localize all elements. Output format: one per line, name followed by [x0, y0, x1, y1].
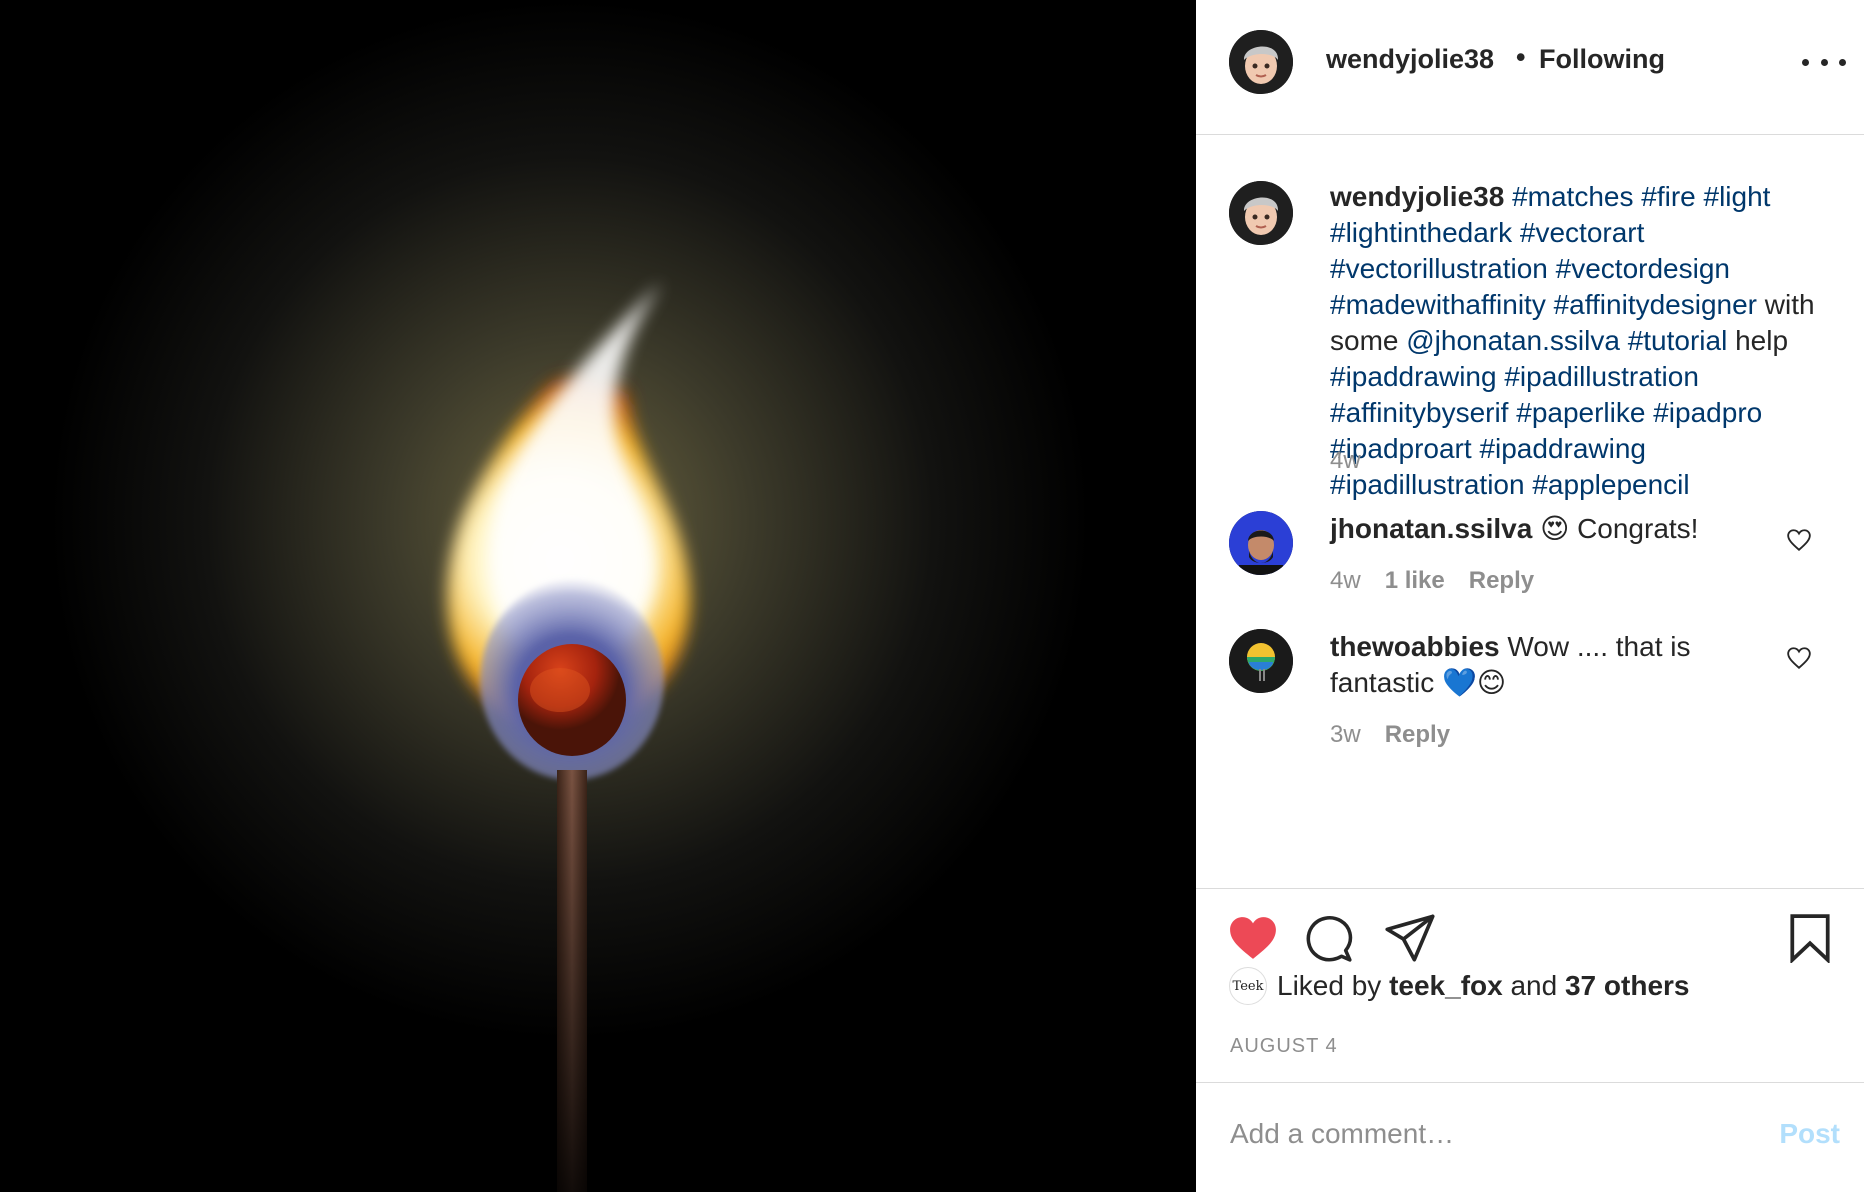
- commenter-avatar[interactable]: [1229, 511, 1293, 575]
- comment-bubble-icon[interactable]: [1304, 913, 1354, 963]
- comment-likes-count[interactable]: 1 like: [1385, 567, 1445, 595]
- match-flame-illustration: [0, 0, 1196, 1192]
- comment-meta: 3w Reply: [1330, 721, 1450, 749]
- caption-plain-text: [1512, 217, 1520, 248]
- heart-outline-icon[interactable]: [1786, 645, 1812, 671]
- mention-link[interactable]: @jhonatan.ssilva: [1406, 325, 1620, 356]
- separator-dot: •: [1516, 42, 1526, 72]
- author-username[interactable]: wendyjolie38: [1326, 44, 1494, 75]
- hashtag-link[interactable]: #affinitydesigner: [1554, 289, 1757, 320]
- rainbow-avatar-icon: [1229, 629, 1293, 693]
- hashtag-link[interactable]: #paperlike: [1516, 397, 1645, 428]
- profile-photo-icon: [1229, 511, 1293, 575]
- hashtag-link[interactable]: #affinitybyserif: [1330, 397, 1508, 428]
- comment-timestamp[interactable]: 3w: [1330, 721, 1361, 749]
- hashtag-link[interactable]: #madewithaffinity: [1330, 289, 1546, 320]
- liker-avatar[interactable]: Teek: [1229, 967, 1267, 1005]
- memoji-avatar-icon: [1229, 181, 1293, 245]
- bookmark-icon[interactable]: [1788, 913, 1832, 963]
- memoji-avatar-icon: [1229, 30, 1293, 94]
- commenter-avatar[interactable]: [1229, 629, 1293, 693]
- caption-text: #matches #fire #light #lightinthedark #v…: [1330, 181, 1815, 500]
- liked-by-prefix: Liked by: [1277, 970, 1382, 1001]
- comment-input[interactable]: Add a comment…: [1230, 1118, 1454, 1150]
- caption-plain-text: help: [1727, 325, 1789, 356]
- author-avatar[interactable]: [1229, 30, 1293, 94]
- liker-username[interactable]: teek_fox: [1389, 970, 1503, 1002]
- caption-plain-text: [1620, 325, 1628, 356]
- post-date[interactable]: AUGUST 4: [1230, 1035, 1338, 1058]
- caption-plain-text: [1696, 181, 1704, 212]
- following-button[interactable]: Following: [1539, 44, 1665, 75]
- commenter-username[interactable]: jhonatan.ssilva: [1330, 513, 1532, 544]
- hashtag-link[interactable]: #lightinthedark: [1330, 217, 1512, 248]
- reply-button[interactable]: Reply: [1469, 567, 1534, 595]
- hashtag-link[interactable]: #tutorial: [1628, 325, 1728, 356]
- hashtag-link[interactable]: #ipadillustration: [1504, 361, 1699, 392]
- post-details-panel: wendyjolie38 • Following wendyjolie38 #m…: [1196, 0, 1864, 1192]
- comment-timestamp[interactable]: 4w: [1330, 567, 1361, 595]
- hashtag-link[interactable]: #fire: [1641, 181, 1695, 212]
- paper-plane-icon[interactable]: [1384, 913, 1436, 963]
- comment-body: thewoabbies Wow .... that is fantastic 💙…: [1330, 629, 1770, 701]
- likes-others-link[interactable]: 37 others: [1565, 970, 1690, 1002]
- heart-filled-icon[interactable]: [1228, 915, 1278, 961]
- liked-by-joiner: and: [1510, 970, 1558, 1001]
- hashtag-link[interactable]: #ipadpro: [1653, 397, 1762, 428]
- caption-author-avatar[interactable]: [1229, 181, 1293, 245]
- hashtag-link[interactable]: #ipaddrawing: [1479, 433, 1646, 464]
- hashtag-link[interactable]: #vectorart: [1520, 217, 1645, 248]
- hashtag-link[interactable]: #vectorillustration: [1330, 253, 1548, 284]
- comments-list[interactable]: wendyjolie38 #matches #fire #light #ligh…: [1196, 135, 1864, 888]
- add-comment-bar: Add a comment… Post: [1196, 1082, 1864, 1192]
- reply-button[interactable]: Reply: [1385, 721, 1450, 749]
- post-caption: wendyjolie38 #matches #fire #light #ligh…: [1330, 179, 1830, 503]
- caption-username[interactable]: wendyjolie38: [1330, 181, 1504, 212]
- hashtag-link[interactable]: #ipaddrawing: [1330, 361, 1497, 392]
- post-header: wendyjolie38 • Following: [1196, 0, 1864, 135]
- hashtag-link[interactable]: #light: [1704, 181, 1771, 212]
- liked-by-line: Teek Liked by teek_fox and 37 others: [1229, 966, 1689, 1006]
- post-actions: Teek Liked by teek_fox and 37 others AUG…: [1196, 888, 1864, 1083]
- hashtag-link[interactable]: #vectordesign: [1556, 253, 1730, 284]
- caption-plain-text: [1548, 253, 1556, 284]
- comment-body: jhonatan.ssilva 😍 Congrats!: [1330, 511, 1770, 547]
- comment-meta: 4w 1 like Reply: [1330, 567, 1534, 595]
- hashtag-link[interactable]: #applepencil: [1532, 469, 1689, 500]
- post-image[interactable]: [0, 0, 1196, 1192]
- ellipsis-icon[interactable]: [1802, 52, 1846, 72]
- commenter-username[interactable]: thewoabbies: [1330, 631, 1500, 662]
- comment-text: Congrats!: [1577, 513, 1699, 544]
- comment-emoji: 😍: [1540, 513, 1570, 544]
- heart-outline-icon[interactable]: [1786, 527, 1812, 553]
- post-button[interactable]: Post: [1779, 1118, 1840, 1150]
- caption-timestamp[interactable]: 4w: [1330, 447, 1361, 475]
- hashtag-link[interactable]: #matches: [1512, 181, 1633, 212]
- caption-plain-text: [1546, 289, 1554, 320]
